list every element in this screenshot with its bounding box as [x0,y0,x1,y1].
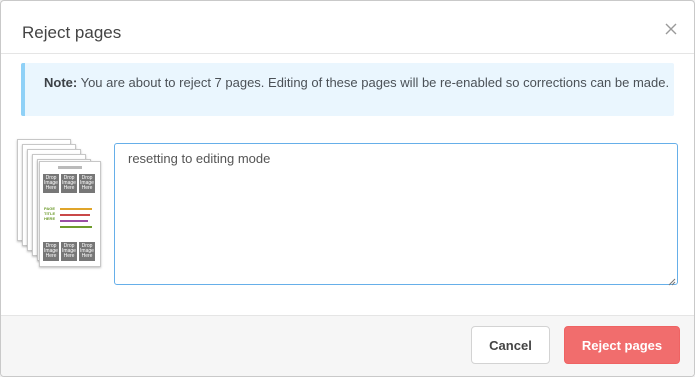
reject-pages-dialog: Reject pages Note: You are about to reje… [0,0,695,377]
drop-image-placeholder: Drop Image Here [61,174,77,193]
reject-pages-button[interactable]: Reject pages [564,326,680,364]
page-title-text: PAGE TITLE HERE [44,206,56,221]
page-thumbnails-stack: Drop Image Here Drop Image Here Drop Ima… [17,139,101,267]
note-label: Note: [44,75,78,90]
drop-image-placeholder: Drop Image Here [79,242,95,261]
note-text: You are about to reject 7 pages. Editing… [77,75,670,90]
drop-image-placeholder: Drop Image Here [43,242,59,261]
drop-image-placeholder: Drop Image Here [79,174,95,193]
page-title-block: PAGE TITLE HERE [44,206,96,234]
note-alert: Note: You are about to reject 7 pages. E… [21,63,674,116]
resize-handle-icon[interactable] [667,274,676,286]
dialog-title: Reject pages [22,23,122,42]
cancel-button[interactable]: Cancel [471,326,550,364]
dialog-header: Reject pages [1,1,694,54]
page-thumbnail-front: Drop Image Here Drop Image Here Drop Ima… [39,161,101,267]
dialog-footer: Cancel Reject pages [1,315,694,376]
comment-textarea[interactable]: resetting to editing mode [114,143,678,286]
drop-image-placeholder: Drop Image Here [61,242,77,261]
close-icon[interactable] [664,22,678,36]
comment-text: resetting to editing mode [128,151,271,166]
drop-image-placeholder: Drop Image Here [43,174,59,193]
